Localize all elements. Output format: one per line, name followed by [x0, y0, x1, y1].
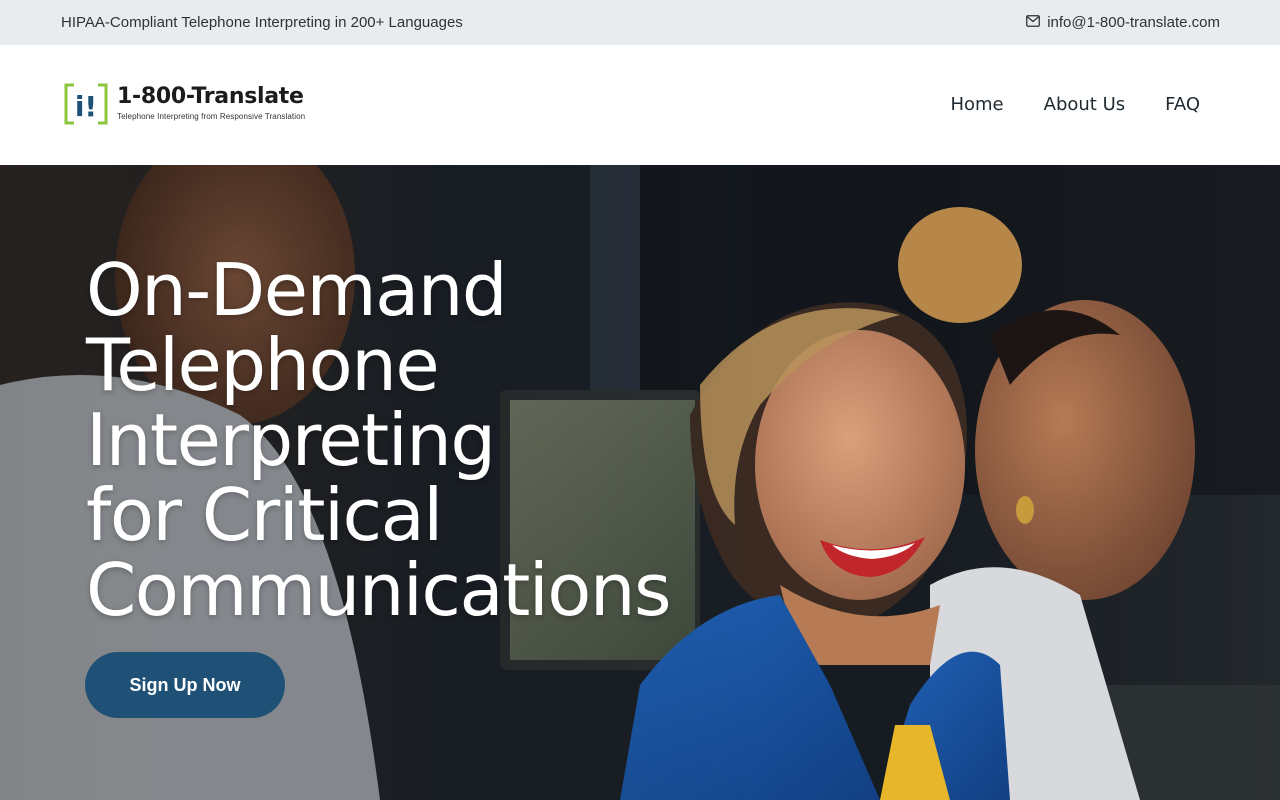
nav-item-faq[interactable]: FAQ	[1165, 94, 1200, 115]
email-link[interactable]: info@1-800-translate.com	[1026, 14, 1220, 31]
hero-title-line: Telephone	[86, 323, 440, 407]
sign-up-now-button[interactable]: Sign Up Now	[85, 652, 285, 718]
envelope-icon	[1026, 14, 1041, 31]
hero-title-line: for Critical	[86, 473, 443, 557]
hero-title-line: Interpreting	[86, 398, 496, 482]
hero-title-line: Communications	[86, 548, 672, 632]
nav-item-home[interactable]: Home	[950, 94, 1003, 115]
logo-mark-icon: i!	[64, 83, 108, 125]
top-bar: HIPAA-Compliant Telephone Interpreting i…	[0, 0, 1280, 45]
logo-tagline: Telephone Interpreting from Responsive T…	[117, 112, 306, 121]
top-bar-tagline: HIPAA-Compliant Telephone Interpreting i…	[61, 14, 463, 31]
logo-mark-text: i!	[75, 90, 97, 123]
nav-item-about-us[interactable]: About Us	[1044, 94, 1126, 115]
hero-title: On-Demand Telephone Interpreting for Cri…	[86, 253, 786, 628]
logo-title: 1-800-Translate	[117, 84, 304, 109]
site-logo[interactable]: i! 1-800-Translate Telephone Interpretin…	[64, 83, 305, 125]
site-header: i! 1-800-Translate Telephone Interpretin…	[0, 45, 1280, 165]
email-address: info@1-800-translate.com	[1047, 14, 1220, 31]
hero-section: On-Demand Telephone Interpreting for Cri…	[0, 165, 1280, 800]
main-nav: Home About Us FAQ	[950, 94, 1200, 115]
hero-title-line: On-Demand	[86, 248, 508, 332]
